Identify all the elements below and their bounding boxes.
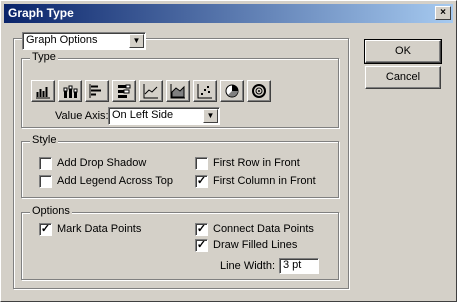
scatter-graph-icon [197,84,212,99]
grouped-column-graph-button[interactable] [31,80,55,102]
mark-data-points-box[interactable]: ✓ [39,223,52,236]
chevron-down-icon[interactable]: ▼ [203,109,218,123]
title-bar[interactable]: Graph Type × [4,4,453,23]
first-row-in-front-box[interactable] [195,157,208,170]
first-column-in-front-label: First Column in Front [213,175,316,187]
scatter-graph-button[interactable] [193,80,217,102]
draw-filled-lines-label: Draw Filled Lines [213,239,298,251]
area-graph-icon [170,84,185,99]
window-title: Graph Type [8,6,74,20]
line-width-input[interactable]: 3 pt [279,258,319,274]
radar-graph-icon [252,84,266,98]
stacked-bar-icon [118,84,131,98]
grouped-bar-graph-button[interactable] [85,80,109,102]
stacked-bar-graph-button[interactable] [112,80,136,102]
line-graph-icon [143,84,158,99]
value-axis-select-value: On Left Side [112,109,174,121]
radar-graph-button[interactable] [247,80,271,102]
connect-data-points-box[interactable]: ✓ [195,223,208,236]
graph-options-select[interactable]: Graph Options ▼ [22,32,146,50]
add-legend-label: Add Legend Across Top [57,175,173,187]
draw-filled-lines-box[interactable]: ✓ [195,239,208,252]
line-graph-button[interactable] [139,80,163,102]
add-legend-box[interactable] [39,175,52,188]
add-drop-shadow-box[interactable] [39,157,52,170]
style-group: Style Add Drop Shadow Add Legend Across … [21,134,339,198]
options-group: Options ✓ Mark Data Points ✓ Connect Dat… [21,205,339,280]
grouped-bar-icon [89,84,101,98]
pie-graph-icon [225,84,239,98]
graph-options-select-value: Graph Options [26,34,98,46]
type-group: Type Value Axis: On Left Side ▼ [21,51,339,128]
line-width-label: Line Width: [220,260,276,272]
ok-button[interactable]: OK [364,39,442,64]
grouped-column-icon [36,87,50,99]
mark-data-points-label: Mark Data Points [57,223,142,235]
area-graph-button[interactable] [166,80,190,102]
stacked-column-icon [63,85,78,98]
connect-data-points-label: Connect Data Points [213,223,314,235]
first-column-in-front-box[interactable]: ✓ [195,175,208,188]
cancel-button[interactable]: Cancel [365,66,441,89]
pie-graph-button[interactable] [220,80,244,102]
value-axis-select[interactable]: On Left Side ▼ [108,107,220,125]
value-axis-label: Value Axis: [55,110,109,122]
chevron-down-icon[interactable]: ▼ [129,34,144,48]
type-group-label: Type [30,51,58,63]
stacked-column-graph-button[interactable] [58,80,82,102]
options-group-label: Options [30,205,72,217]
graph-type-dialog: Graph Type × Graph Options ▼ Type Value … [0,0,457,302]
add-drop-shadow-label: Add Drop Shadow [57,157,147,169]
close-button[interactable]: × [435,6,451,20]
style-group-label: Style [30,134,59,146]
first-row-in-front-label: First Row in Front [213,157,300,169]
